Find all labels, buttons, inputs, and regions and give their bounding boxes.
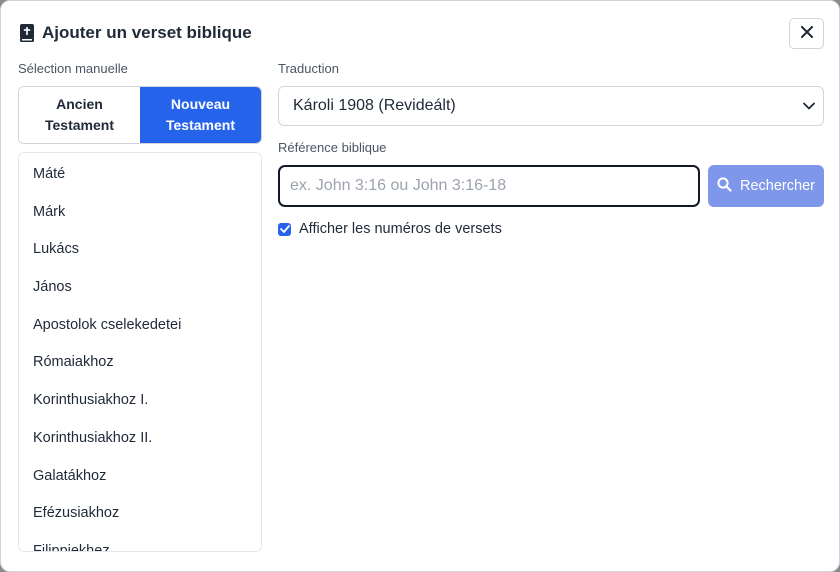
translation-selected-value: Károli 1908 (Revideált) (293, 97, 456, 114)
translation-select[interactable]: Károli 1908 (Revideált) (278, 86, 824, 126)
reference-input[interactable] (278, 165, 700, 207)
verse-numbers-checkbox[interactable] (278, 222, 291, 236)
book-item-janos[interactable]: János (19, 269, 261, 307)
verse-numbers-label: Afficher les numéros de versets (299, 221, 502, 237)
book-item-efezusiakhoz[interactable]: Efézusiakhoz (19, 495, 261, 533)
reference-search-row: Rechercher (278, 165, 824, 207)
translation-label: Traduction (278, 61, 339, 76)
search-button-label: Rechercher (740, 178, 815, 194)
book-item-apostolok[interactable]: Apostolok cselekedetei (19, 307, 261, 345)
book-item-filippiekhez[interactable]: Filippiekhez (19, 533, 261, 551)
book-item-korinthus-1[interactable]: Korinthusiakhoz I. (19, 382, 261, 420)
book-item-romaiakhoz[interactable]: Rómaiakhoz (19, 344, 261, 382)
bible-icon (19, 24, 35, 42)
book-list[interactable]: Máté Márk Lukács János Apostolok cseleke… (18, 152, 262, 552)
close-button[interactable] (789, 18, 824, 49)
search-panel: Traduction Károli 1908 (Revideált) Référ… (278, 61, 824, 237)
close-icon (800, 25, 813, 43)
book-item-galatakhoz[interactable]: Galatákhoz (19, 458, 261, 496)
old-testament-button[interactable]: Ancien Testament (19, 87, 140, 143)
add-verse-dialog: Ajouter un verset biblique Sélection man… (0, 0, 840, 572)
verse-numbers-option: Afficher les numéros de versets (278, 221, 824, 237)
new-testament-button[interactable]: Nouveau Testament (140, 87, 261, 143)
manual-selection-label: Sélection manuelle (18, 61, 128, 76)
manual-selection-panel: Sélection manuelle Ancien Testament Nouv… (18, 61, 262, 552)
search-button[interactable]: Rechercher (708, 165, 824, 207)
book-item-mate[interactable]: Máté (19, 156, 261, 194)
testament-toggle: Ancien Testament Nouveau Testament (18, 86, 262, 144)
chevron-down-icon (803, 97, 815, 115)
search-icon (717, 176, 732, 196)
book-item-korinthus-2[interactable]: Korinthusiakhoz II. (19, 420, 261, 458)
book-item-mark[interactable]: Márk (19, 194, 261, 232)
book-item-lukacs[interactable]: Lukács (19, 231, 261, 269)
dialog-title: Ajouter un verset biblique (42, 23, 252, 42)
dialog-header: Ajouter un verset biblique (19, 21, 252, 45)
reference-label: Référence biblique (278, 140, 387, 155)
